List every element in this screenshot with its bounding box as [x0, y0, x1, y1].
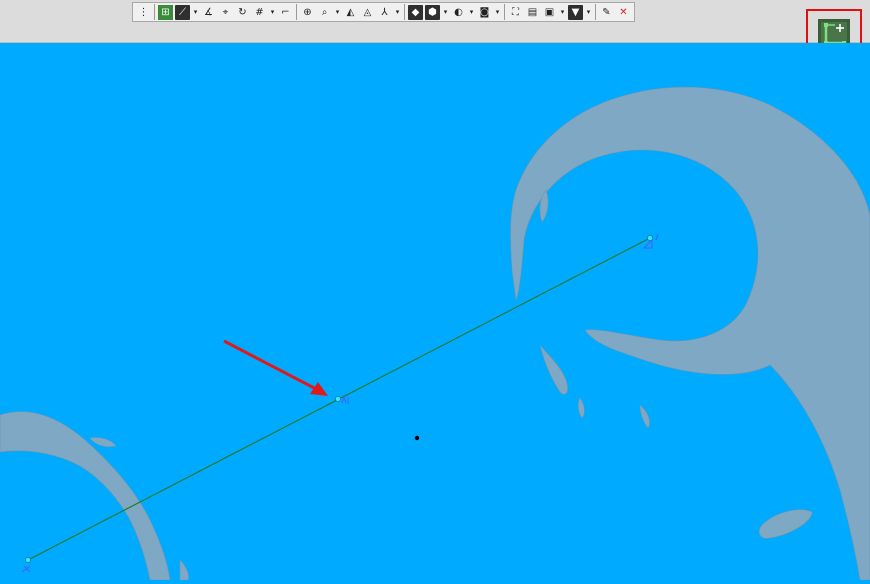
toolbar-separator — [504, 4, 505, 20]
angle-dimension-icon[interactable]: ∡ — [201, 5, 216, 20]
render-tools-icon[interactable]: ▣ — [542, 5, 557, 20]
grip-icon[interactable]: ⋮ — [136, 5, 151, 20]
appearance-icon[interactable]: ◭ — [343, 5, 358, 20]
dropdown-icon[interactable]: ▾ — [468, 5, 475, 20]
dropdown-icon[interactable]: ▾ — [394, 5, 401, 20]
filter-icon[interactable]: ▼ — [568, 4, 583, 20]
rotate-view-icon[interactable]: ↻ — [235, 5, 250, 20]
edit-appearance-icon[interactable]: ◙ — [477, 5, 492, 20]
toolbar-separator — [154, 4, 155, 20]
view-orientation-icon[interactable]: ◆ — [408, 4, 423, 20]
dropdown-icon[interactable]: ▾ — [585, 5, 592, 20]
command-toolbar-area: ⋮ ⊞ ⟋ ▾ ∡ ⌖ ↻ # ▾ ⌐ ⊕ ⌕ ▾ ◭ ◬ ⅄ ▾ ◆ ⬢ ▾ ◐ ▾ ◙ ▾ ⛶ ▤ ▣ ▾ ▼ ▾ ✎ ✕ — [0, 0, 870, 59]
dropdown-icon[interactable]: ▾ — [269, 5, 276, 20]
origin-point — [414, 435, 420, 441]
eyedropper-icon[interactable]: ✎ — [599, 5, 614, 20]
dropdown-icon[interactable]: ▾ — [494, 5, 501, 20]
dropdown-icon[interactable]: ▾ — [559, 5, 566, 20]
close-icon[interactable]: ✕ — [616, 5, 631, 20]
view-settings-icon[interactable]: ▤ — [525, 5, 540, 20]
hide-show-icon[interactable]: ◐ — [451, 5, 466, 20]
line-tool-icon[interactable]: ⌐ — [278, 5, 293, 20]
zoom-fit-icon[interactable]: ⌕ — [317, 5, 332, 20]
smart-dimension-icon[interactable]: ⌖ — [218, 5, 233, 20]
zoom-area-icon[interactable]: ⊕ — [300, 5, 315, 20]
grid-icon[interactable]: # — [252, 5, 267, 20]
scene-icon[interactable]: ⛶ — [508, 5, 523, 20]
graphics-viewport[interactable] — [0, 43, 870, 581]
section-icon[interactable]: ◬ — [360, 5, 375, 20]
display-style-icon[interactable]: ⬢ — [425, 4, 440, 20]
sketch-grid-icon[interactable]: ⊞ — [158, 4, 173, 20]
toolbar-separator — [595, 4, 596, 20]
viewport-canvas[interactable] — [0, 43, 870, 581]
toolbar-separator — [404, 4, 405, 20]
dropdown-icon[interactable]: ▾ — [334, 5, 341, 20]
heads-up-view-toolbar: ⋮ ⊞ ⟋ ▾ ∡ ⌖ ↻ # ▾ ⌐ ⊕ ⌕ ▾ ◭ ◬ ⅄ ▾ ◆ ⬢ ▾ ◐ ▾ ◙ ▾ ⛶ ▤ ▣ ▾ ▼ ▾ ✎ ✕ — [132, 2, 635, 22]
axis-triad-icon[interactable]: ⅄ — [377, 5, 392, 20]
toolbar-separator — [296, 4, 297, 20]
dropdown-icon[interactable]: ▾ — [192, 5, 199, 20]
dropdown-icon[interactable]: ▾ — [442, 5, 449, 20]
dimension-icon[interactable]: ⟋ — [175, 4, 190, 20]
